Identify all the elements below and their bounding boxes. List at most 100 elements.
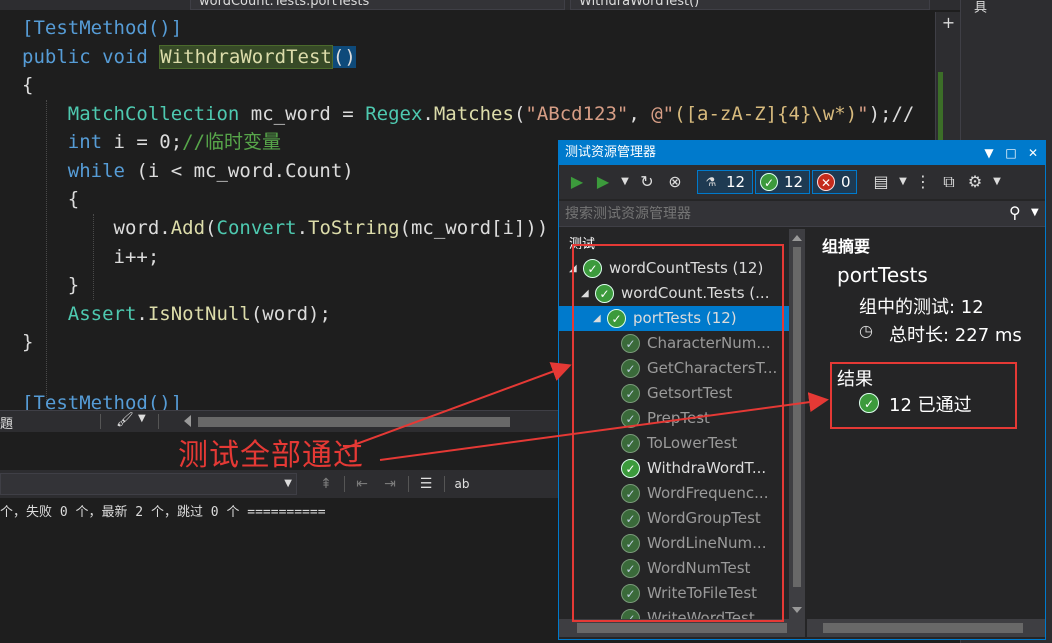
error-list-tab[interactable]: 題: [0, 413, 13, 432]
word-wrap-icon[interactable]: ab: [452, 474, 472, 494]
navigation-bar: wordCount.Tests.portTests WithdraWordTes…: [0, 0, 960, 10]
scrollbar-thumb[interactable]: [823, 623, 1023, 633]
chevron-down-icon[interactable]: ▼: [1031, 207, 1039, 218]
code-token: (: [513, 103, 526, 125]
code-line[interactable]: MatchCollection mc_word = Regex.Matches(…: [22, 100, 915, 128]
code-token: void: [102, 46, 160, 68]
code-token: Matches: [433, 103, 514, 125]
code-token: ): [344, 46, 356, 68]
search-icon[interactable]: ⚲: [1009, 203, 1021, 222]
window-dropdown-icon[interactable]: ▼: [979, 141, 999, 165]
summary-horizontal-scrollbar[interactable]: [807, 619, 1045, 637]
indent-guide: [93, 214, 94, 300]
clear-all-icon[interactable]: ☰: [416, 474, 436, 494]
add-icon[interactable]: +: [940, 14, 957, 31]
total-duration: 总时长: 227 ms: [889, 325, 1022, 346]
chevron-down-icon[interactable]: ▼: [893, 172, 913, 192]
code-token: //临时变量: [182, 131, 282, 153]
go-to-previous-icon[interactable]: ⇞: [316, 474, 336, 494]
failed-tests-filter-button[interactable]: ✕ 0: [812, 170, 857, 194]
code-token: int: [67, 131, 103, 153]
maximize-icon[interactable]: □: [1001, 141, 1021, 165]
divider: [344, 476, 345, 492]
code-line[interactable]: }: [22, 271, 79, 299]
passed-tests-filter-button[interactable]: ✓ 12: [755, 170, 810, 194]
test-explorer-title-bar[interactable]: 测试资源管理器 ▼ □ ✕: [559, 141, 1045, 165]
annotation-box-results: [830, 362, 1017, 429]
code-token: i++;: [22, 246, 160, 268]
scrollbar-thumb[interactable]: [793, 247, 801, 587]
broom-icon[interactable]: 🖌: [116, 412, 134, 428]
code-line[interactable]: [TestMethod()]: [22, 14, 182, 42]
refresh-icon[interactable]: ↻: [637, 172, 657, 192]
tool-window-tab[interactable]: 具: [969, 0, 988, 13]
divider: [408, 476, 409, 492]
chevron-down-icon[interactable]: ▼: [615, 172, 635, 192]
code-token: }: [22, 274, 80, 296]
next-message-icon[interactable]: ⇥: [380, 474, 400, 494]
chevron-down-icon[interactable]: ▼: [138, 413, 146, 424]
code-token: {: [22, 74, 34, 96]
gear-icon[interactable]: ⚙: [965, 172, 985, 192]
code-line[interactable]: word.Add(Convert.ToString(mc_word[i])): [22, 214, 549, 242]
code-line[interactable]: int i = 0;//临时变量: [22, 128, 281, 156]
collapse-icon[interactable]: ⧉: [939, 172, 959, 192]
code-token: "ABcd123": [525, 103, 629, 125]
annotation-box-test-list: [572, 244, 784, 622]
check-icon: ✓: [760, 173, 778, 191]
output-text: 个，失败 0 个，最新 2 个，跳过 0 个 ==========: [0, 505, 326, 520]
code-token: );//: [868, 103, 915, 125]
group-name: portTests: [837, 263, 928, 287]
tree-vertical-scrollbar[interactable]: [789, 229, 805, 619]
chevron-down-icon[interactable]: ▼: [987, 172, 1007, 192]
divider: [444, 476, 445, 492]
fail-icon: ✕: [817, 173, 835, 191]
cancel-run-icon[interactable]: ⊗: [665, 172, 685, 192]
annotation-label: 测试全部通过: [178, 438, 364, 473]
code-token: Convert: [216, 217, 297, 239]
code-line[interactable]: Assert.IsNotNull(word);: [22, 300, 331, 328]
code-line[interactable]: {: [22, 185, 79, 213]
test-search-input[interactable]: [565, 204, 995, 224]
failed-tests-count: 0: [841, 173, 851, 191]
code-line[interactable]: while (i < mc_word.Count): [22, 157, 354, 185]
member-dropdown[interactable]: WithdraWordTest(): [570, 0, 930, 10]
output-source-select[interactable]: ▼: [0, 473, 297, 495]
code-token: }: [22, 331, 34, 353]
class-dropdown[interactable]: wordCount.Tests.portTests: [190, 0, 565, 10]
group-by-icon[interactable]: ⋮: [913, 172, 933, 192]
code-token: Regex: [365, 103, 423, 125]
code-token: public: [22, 46, 103, 68]
code-token: .: [422, 103, 434, 125]
member-dropdown-label: WithdraWordTest(): [579, 0, 700, 9]
code-token: Add: [170, 217, 206, 239]
horizontal-scrollbar-thumb[interactable]: [198, 417, 510, 427]
scrollbar-thumb[interactable]: [577, 623, 787, 633]
code-token: [TestMethod()]: [22, 17, 183, 39]
indent-guide: [46, 100, 47, 400]
code-line[interactable]: }: [22, 328, 33, 356]
code-line[interactable]: public void WithdraWordTest(): [22, 43, 356, 71]
test-explorer-toolbar: ▶ ▶ ▼ ↻ ⊗ ⚗ 12 ✓ 12 ✕ 0 ▤ ▼ ⋮ ⧉ ⚙ ▼: [559, 165, 1045, 199]
code-line[interactable]: i++;: [22, 243, 160, 271]
clock-icon: ◷: [859, 321, 873, 340]
run-icon[interactable]: ▶: [593, 172, 613, 192]
previous-message-icon[interactable]: ⇤: [352, 474, 372, 494]
scroll-left-icon[interactable]: [184, 415, 191, 427]
scroll-up-icon[interactable]: [792, 235, 802, 241]
playlist-icon[interactable]: ▤: [871, 172, 891, 192]
code-token: mc_word =: [239, 103, 366, 125]
run-all-icon[interactable]: ▶: [567, 172, 587, 192]
code-token: ": [857, 103, 869, 125]
code-line[interactable]: {: [22, 71, 33, 99]
code-token: (: [332, 46, 345, 68]
tests-in-group: 组中的测试: 12: [859, 297, 984, 318]
code-token: (i < mc_word.Count): [124, 160, 354, 182]
close-icon[interactable]: ✕: [1023, 141, 1043, 165]
all-tests-count: 12: [726, 173, 746, 191]
all-tests-filter-button[interactable]: ⚗ 12: [697, 170, 753, 194]
scroll-down-icon[interactable]: [792, 607, 802, 613]
